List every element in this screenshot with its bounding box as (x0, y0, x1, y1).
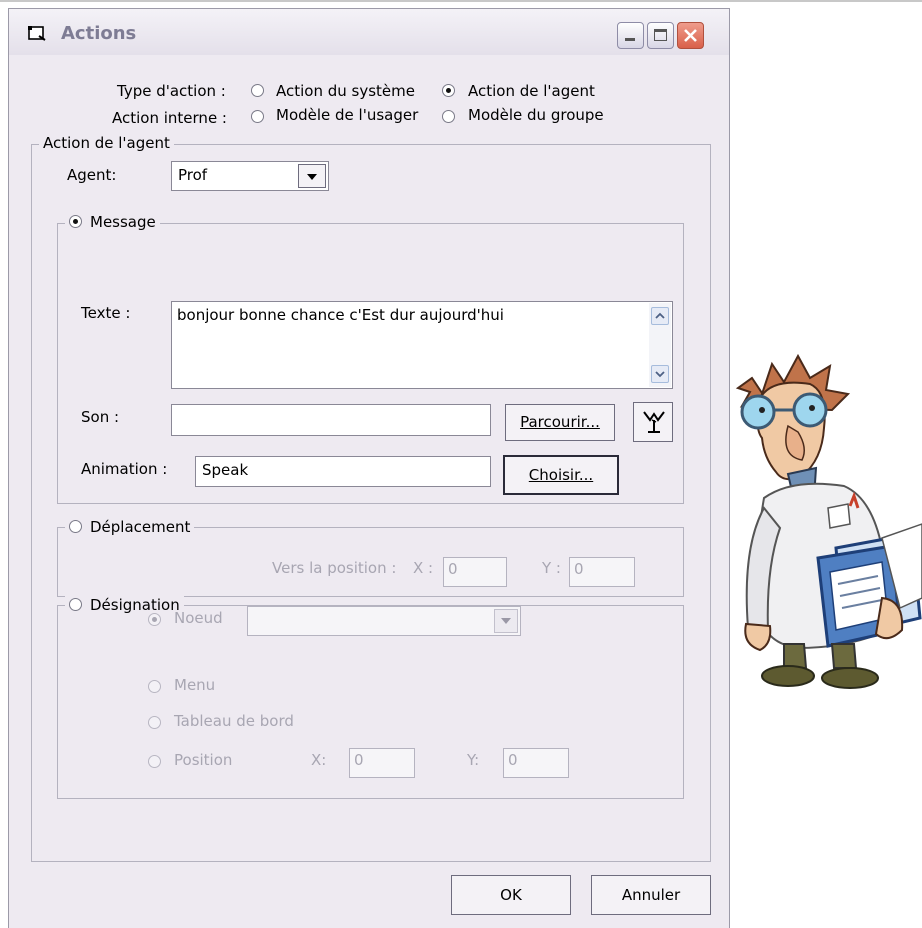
sound-test-button[interactable] (633, 402, 673, 442)
sound-test-icon (643, 411, 665, 433)
radio-designation[interactable] (69, 598, 82, 611)
deplacement-y-input[interactable]: 0 (569, 557, 635, 587)
agent-select[interactable]: Prof (171, 161, 329, 191)
radio-modele-usager[interactable] (251, 110, 264, 123)
texte-label: Texte : (81, 304, 131, 322)
modele-usager-label: Modèle de l'usager (276, 106, 419, 124)
designation-y-input[interactable]: 0 (503, 748, 569, 778)
maximize-icon (654, 29, 667, 41)
texte-scrollbar[interactable] (649, 303, 671, 387)
dropdown-arrow-icon (501, 618, 511, 624)
action-interne-label: Action interne : (112, 109, 227, 127)
designation-x-input[interactable]: 0 (349, 748, 415, 778)
modele-groupe-label: Modèle du groupe (468, 106, 604, 124)
chevron-up-icon (655, 312, 665, 319)
tableau-label: Tableau de bord (174, 712, 294, 730)
maximize-button[interactable] (647, 22, 674, 49)
parcourir-button[interactable]: Parcourir... (505, 404, 615, 441)
menu-label: Menu (174, 676, 216, 694)
son-label: Son : (81, 408, 120, 426)
animation-label: Animation : (81, 460, 168, 478)
minimize-icon (625, 38, 635, 41)
close-button[interactable] (677, 22, 704, 49)
noeud-label: Noeud (174, 609, 223, 627)
vers-position-label: Vers la position : (272, 559, 397, 577)
radio-menu[interactable] (148, 680, 161, 693)
agent-dropdown-button[interactable] (298, 164, 326, 188)
radio-message[interactable] (69, 215, 82, 228)
action-agent-label: Action de l'agent (468, 82, 595, 100)
ok-button[interactable]: OK (451, 875, 571, 915)
radio-tableau[interactable] (148, 716, 161, 729)
scroll-up-button[interactable] (651, 307, 669, 325)
texte-textarea[interactable]: bonjour bonne chance c'Est dur aujourd'h… (171, 301, 673, 389)
radio-noeud[interactable] (148, 613, 161, 626)
top-border-line (0, 0, 922, 2)
minimize-button[interactable] (617, 22, 644, 49)
radio-position[interactable] (148, 755, 161, 768)
radio-action-agent[interactable] (442, 84, 455, 97)
position-label: Position (174, 751, 233, 769)
scroll-down-button[interactable] (651, 365, 669, 383)
choisir-button[interactable]: Choisir... (503, 455, 619, 495)
message-legend: Message (90, 213, 156, 231)
close-icon (684, 29, 697, 42)
son-input[interactable] (171, 404, 491, 436)
animation-input[interactable]: Speak (195, 456, 491, 487)
action-systeme-label: Action du système (276, 82, 415, 100)
choisir-label: Choisir... (528, 466, 594, 484)
designation-legend: Désignation (90, 596, 180, 614)
annuler-button[interactable]: Annuler (591, 875, 711, 915)
deplacement-x-input[interactable]: 0 (443, 557, 507, 587)
chevron-down-icon (655, 371, 665, 378)
radio-deplacement[interactable] (69, 520, 82, 533)
professor-character (735, 353, 922, 689)
agent-select-value: Prof (178, 166, 208, 184)
type-action-label: Type d'action : (117, 82, 226, 100)
parcourir-label: Parcourir... (520, 413, 600, 431)
texte-value: bonjour bonne chance c'Est dur aujourd'h… (177, 306, 504, 324)
radio-modele-groupe[interactable] (442, 110, 455, 123)
dropdown-arrow-icon (307, 174, 317, 180)
deplacement-legend: Déplacement (90, 518, 191, 536)
window-icon (28, 26, 46, 41)
designation-y-label: Y: (467, 751, 480, 769)
window-title: Actions (61, 23, 137, 44)
deplacement-x-label: X : (413, 559, 434, 577)
deplacement-legend-wrap: Déplacement (65, 518, 195, 536)
deplacement-y-label: Y : (542, 559, 561, 577)
actions-dialog: Actions Type d'action : Action du systèm… (8, 8, 730, 928)
designation-legend-wrap: Désignation (65, 596, 184, 614)
noeud-select[interactable] (247, 606, 521, 636)
radio-action-systeme[interactable] (251, 84, 264, 97)
agent-label: Agent: (67, 166, 117, 184)
designation-x-label: X: (311, 751, 327, 769)
action-agent-legend: Action de l'agent (39, 134, 174, 152)
title-bar[interactable]: Actions (9, 9, 729, 55)
noeud-dropdown-button[interactable] (494, 609, 518, 633)
message-legend-wrap: Message (65, 213, 160, 231)
